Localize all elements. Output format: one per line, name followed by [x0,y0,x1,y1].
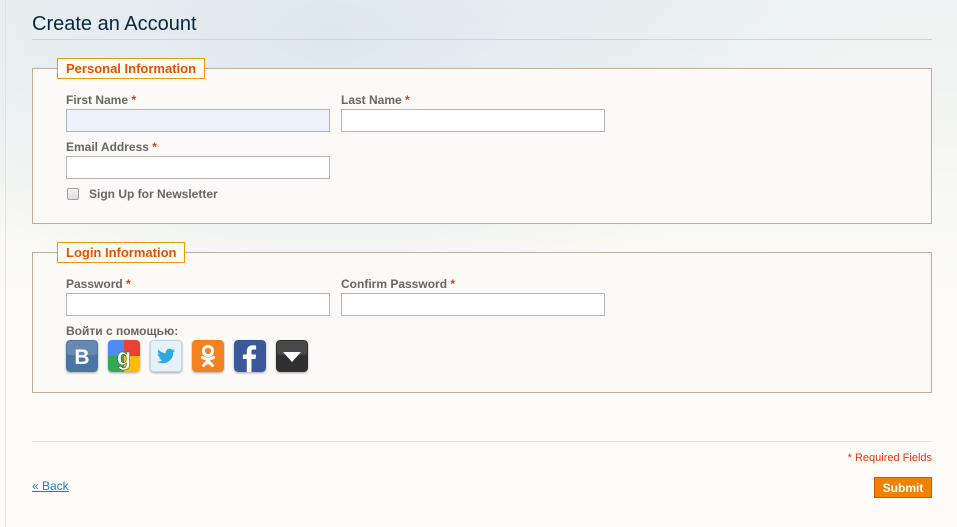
last-name-label-text: Last Name [341,93,402,107]
odnoklassniki-icon[interactable] [192,340,224,372]
password-label-text: Password [66,277,123,291]
required-asterisk: * [405,93,410,107]
back-link[interactable]: « Back [32,479,69,493]
footer-divider [32,441,932,442]
email-label: Email Address * [66,140,157,154]
password-label: Password * [66,277,131,291]
confirm-password-label: Confirm Password * [341,277,455,291]
password-input[interactable] [66,293,330,316]
first-name-label-text: First Name [66,93,129,107]
required-fields-note: * Required Fields [847,452,932,464]
required-asterisk: * [131,93,137,107]
left-border-line [5,0,6,527]
google-icon[interactable]: g [108,340,140,372]
login-information-legend: Login Information [57,242,186,263]
newsletter-label[interactable]: Sign Up for Newsletter [89,187,218,201]
confirm-password-label-text: Confirm Password [341,277,448,291]
login-information-fieldset: Login Information Password * Confirm Pas… [32,242,932,393]
twitter-icon[interactable] [150,340,182,372]
confirm-password-input[interactable] [341,293,605,316]
page-title: Create an Account [32,13,197,35]
social-login-label: Войти с помощью: [66,324,179,338]
page-background: Create an Account Personal Information F… [0,0,957,527]
required-asterisk: * [450,277,456,291]
newsletter-checkbox[interactable] [67,188,79,200]
email-input[interactable] [66,156,330,179]
facebook-icon[interactable] [234,340,266,372]
first-name-label: First Name * [66,93,136,107]
title-divider [32,39,932,40]
last-name-label: Last Name * [341,93,410,107]
svg-text:g: g [117,344,132,371]
first-name-input[interactable] [66,109,330,132]
last-name-input[interactable] [341,109,605,132]
vkontakte-icon[interactable]: B [66,340,98,372]
submit-button[interactable]: Submit [874,477,932,498]
svg-text:B: B [74,346,89,369]
personal-information-fieldset: Personal Information First Name * Last N… [32,58,932,224]
required-asterisk: * [152,140,157,154]
personal-information-legend: Personal Information [57,58,206,79]
email-label-text: Email Address [66,140,149,154]
more-providers-icon[interactable] [276,340,308,372]
required-asterisk: * [126,277,131,291]
